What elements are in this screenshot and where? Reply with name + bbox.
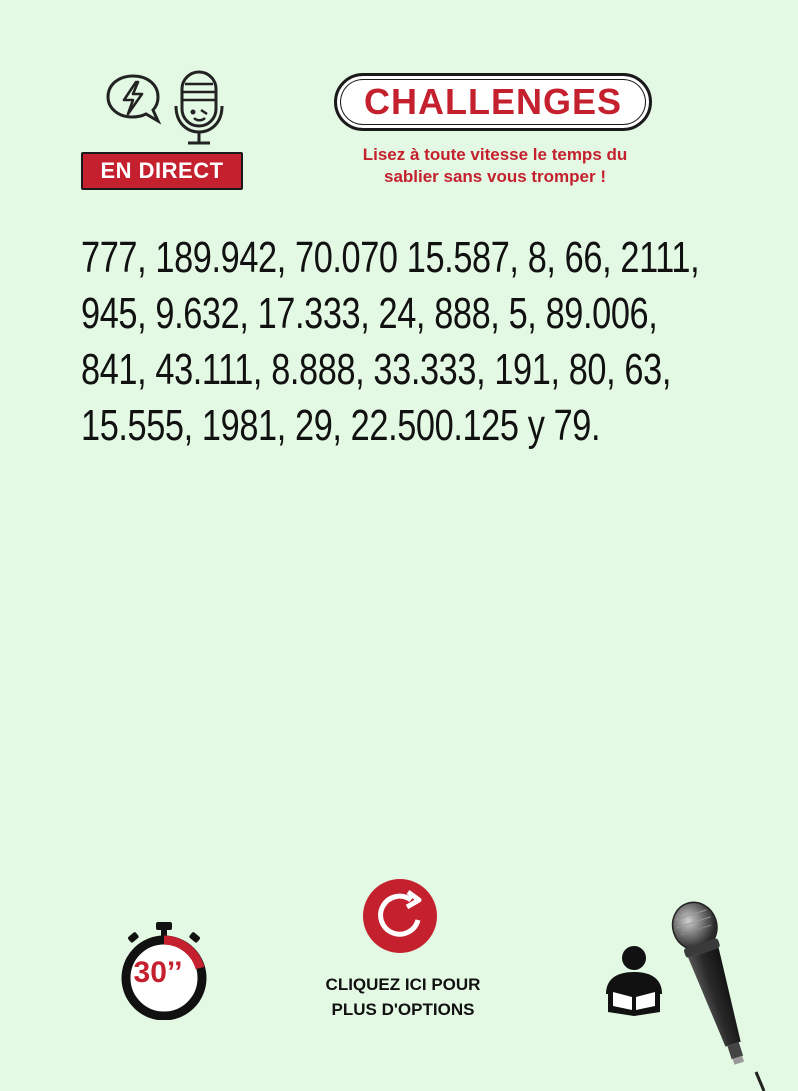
numbers-line-4: 15.555, 1981, 29, 22.500.125 y 79. bbox=[81, 401, 601, 450]
more-options-link[interactable]: CLIQUEZ ICI POUR PLUS D'OPTIONS bbox=[300, 972, 506, 1022]
instructions-line-2: sablier sans vous tromper ! bbox=[383, 167, 607, 186]
refresh-icon[interactable] bbox=[362, 878, 442, 954]
person-reading-icon bbox=[606, 946, 662, 1016]
options-line-2: PLUS D'OPTIONS bbox=[331, 1000, 475, 1019]
instructions: Lisez à toute vitesse le temps du sablie… bbox=[300, 144, 690, 188]
live-badge: EN DIRECT bbox=[81, 152, 243, 190]
options-line-1: CLIQUEZ ICI POUR bbox=[325, 975, 481, 994]
handheld-microphone-icon bbox=[671, 901, 766, 1091]
page-title: CHALLENGES bbox=[363, 81, 622, 122]
lightning-speech-bubble-icon bbox=[106, 74, 162, 125]
instructions-line-1: Lisez à toute vitesse le temps du bbox=[362, 145, 628, 164]
numbers-line-3: 841, 43.111, 8.888, 33.333, 191, 80, 63, bbox=[81, 345, 671, 394]
numbers-line-1: 777, 189.942, 70.070 15.587, 8, 66, 2111… bbox=[81, 233, 700, 282]
timer-label: 30’’ bbox=[133, 956, 183, 989]
numbers-text: 777, 189.942, 70.070 15.587, 8, 66, 2111… bbox=[81, 230, 752, 454]
title-banner: CHALLENGES bbox=[334, 73, 652, 131]
numbers-line-2: 945, 9.632, 17.333, 24, 888, 5, 89.006, bbox=[81, 289, 658, 338]
microphone-icon bbox=[174, 70, 224, 145]
live-label: EN DIRECT bbox=[100, 158, 224, 183]
